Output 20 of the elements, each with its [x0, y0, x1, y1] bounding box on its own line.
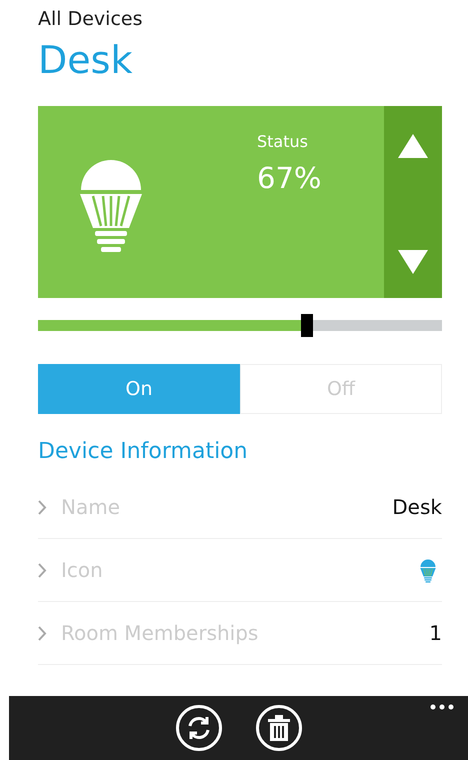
- page-title: Desk: [38, 38, 132, 82]
- status-label: Status: [257, 132, 308, 151]
- section-title: Device Information: [38, 439, 248, 464]
- row-value: 1: [429, 621, 442, 645]
- breadcrumb: All Devices: [38, 8, 142, 30]
- row-value: Desk: [392, 495, 442, 519]
- brightness-slider[interactable]: [38, 314, 442, 337]
- light-bulb-icon: [420, 557, 436, 583]
- delete-button[interactable]: [256, 705, 302, 751]
- chevron-icon: [38, 500, 47, 514]
- up-arrow-icon[interactable]: [398, 134, 428, 158]
- power-toggle-button[interactable]: On: [38, 364, 240, 414]
- down-arrow-icon[interactable]: [398, 250, 428, 274]
- slider-thumb[interactable]: [300, 314, 313, 337]
- trash-icon: [266, 715, 290, 741]
- refresh-icon: [186, 715, 212, 741]
- chevron-icon: [38, 626, 47, 640]
- chevron-icon: [38, 562, 47, 578]
- refresh-button[interactable]: [176, 705, 222, 751]
- status-value: 67%: [257, 161, 322, 195]
